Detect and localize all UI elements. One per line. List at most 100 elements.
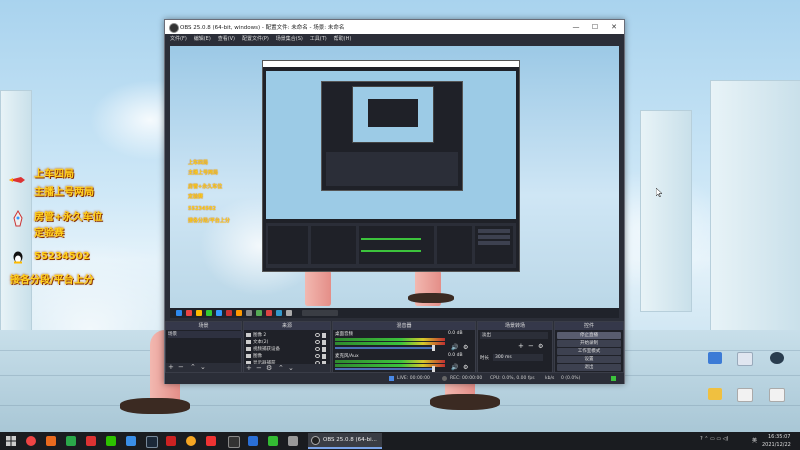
menu-bar: 文件(F) 编辑(E) 查看(V) 配置文件(P) 场景集合(S) 工具(T) … (165, 34, 624, 44)
preview-taskbar (170, 308, 619, 318)
menu-scene-collection[interactable]: 场景集合(S) (276, 34, 303, 44)
mixer-dock: 混音器 桌面音频 0.0 dB 🔊 ⚙ 麦克风/Aux 0.0 dB 🔊 ⚙ (332, 321, 476, 373)
preview-canvas[interactable]: 上车四局 主播上号两局 房管+永久车位 定验赛 55234502 接各分段/平台… (170, 46, 619, 318)
scenes-dock: 场景 场景 + − ⌃ ⌄ (165, 321, 248, 373)
nested-obs-window (262, 60, 520, 272)
app-icon[interactable] (186, 436, 196, 446)
taskbar-obs-button[interactable]: OBS 25.0.8 (64-bi... (308, 433, 382, 449)
menu-profile[interactable]: 配置文件(P) (242, 34, 269, 44)
rocket-icon (13, 210, 23, 227)
preview-overlay-text: 主播上号两局 (188, 170, 219, 176)
nested-titlebar (263, 61, 519, 67)
volume-slider-knob[interactable] (432, 345, 435, 351)
speaker-icon[interactable]: 🔊 (451, 344, 458, 351)
source-item[interactable]: 视频捕获设备 (246, 346, 326, 353)
clock-time[interactable]: 16:35:07 (768, 434, 790, 440)
menu-tools[interactable]: 工具(T) (310, 34, 327, 44)
source-item[interactable]: 图像 2 (246, 332, 326, 339)
gear-icon[interactable]: ⚙ (463, 364, 468, 371)
preview-overlay-text: 上车四局 (188, 160, 209, 166)
gear-icon[interactable]: ⚙ (538, 343, 543, 350)
settings-button[interactable]: 设置 (557, 356, 621, 363)
app-icon[interactable] (248, 436, 258, 446)
lock-icon[interactable] (322, 340, 326, 345)
gear-icon[interactable]: ⚙ (463, 344, 468, 351)
start-recording-button[interactable]: 开始录制 (557, 340, 621, 347)
mixer-channel-db: 0.0 dB (448, 331, 463, 336)
status-bar: LIVE: 00:00:00 REC: 00:00:00 CPU: 0.0%, … (165, 372, 624, 384)
add-transition-button[interactable]: + (518, 342, 524, 350)
preview-sandal (408, 293, 454, 303)
app-icon[interactable] (268, 436, 278, 446)
wechat-icon[interactable] (106, 436, 116, 446)
sources-dock-title: 来源 (244, 322, 330, 330)
desktop-icon[interactable] (730, 388, 760, 402)
input-language[interactable]: 英 (752, 437, 757, 444)
rec-time: REC: 00:00:00 (450, 376, 483, 381)
lock-icon[interactable] (322, 347, 326, 352)
app-icon[interactable] (66, 436, 76, 446)
duration-input[interactable]: 300 ms (493, 354, 543, 361)
sources-dock: 来源 图像 2 文本(2) 视频捕获设备 图像 显示器捕获 + − ⚙ ⌃ ⌄ (243, 321, 331, 373)
chrome-icon[interactable] (26, 436, 36, 446)
nested-docks-2 (326, 152, 458, 186)
app-icon[interactable] (46, 436, 56, 446)
source-item[interactable]: 图像 (246, 353, 326, 360)
close-button[interactable]: ✕ (608, 22, 620, 32)
move-up-icon[interactable]: ⌃ (190, 363, 196, 372)
desktop-icon[interactable] (700, 352, 730, 364)
transition-type-select[interactable]: 淡出 (480, 332, 548, 339)
image-icon (246, 353, 251, 358)
audio-meter (335, 338, 445, 341)
app-icon[interactable] (86, 436, 96, 446)
scenes-dock-title: 场景 (166, 322, 241, 330)
eye-icon[interactable] (315, 333, 320, 337)
app-icon[interactable] (206, 436, 216, 446)
desktop-icon[interactable] (762, 352, 792, 364)
app-icon[interactable] (166, 436, 176, 446)
remove-scene-button[interactable]: − (178, 363, 184, 372)
menu-edit[interactable]: 编辑(E) (194, 34, 211, 44)
volume-slider[interactable] (335, 366, 435, 372)
desktop-icon[interactable] (700, 388, 730, 400)
audio-meter (335, 364, 445, 367)
remove-transition-button[interactable]: − (528, 342, 534, 350)
steam-icon[interactable] (146, 436, 158, 448)
mixer-channel-name: 麦克风/Aux (335, 354, 359, 359)
app-icon[interactable] (126, 436, 136, 446)
windows-start-icon[interactable] (6, 436, 16, 446)
desktop-icon[interactable] (762, 388, 792, 402)
preview-overlay-text: 接各分段/平台上分 (188, 218, 230, 224)
studio-mode-button[interactable]: 工作室模式 (557, 348, 621, 355)
speaker-icon[interactable]: 🔊 (451, 364, 458, 371)
stop-streaming-button[interactable]: 停止直播 (557, 332, 621, 339)
app-icon[interactable] (228, 436, 240, 448)
move-down-icon[interactable]: ⌄ (200, 363, 206, 372)
obs-logo-icon (311, 436, 320, 445)
window-titlebar[interactable]: OBS 25.0.8 (64-bit, windows) - 配置文件: 未命名… (165, 20, 624, 34)
eye-icon[interactable] (315, 340, 320, 344)
minimize-button[interactable]: — (570, 22, 582, 32)
exit-button[interactable]: 退出 (557, 364, 621, 371)
add-scene-button[interactable]: + (168, 363, 174, 372)
eye-icon[interactable] (315, 354, 320, 358)
source-item[interactable]: 文本(2) (246, 339, 326, 346)
menu-help[interactable]: 帮助(H) (334, 34, 352, 44)
lock-icon[interactable] (322, 333, 326, 338)
volume-slider[interactable] (335, 345, 435, 351)
eye-icon[interactable] (315, 347, 320, 351)
maximize-button[interactable]: ☐ (589, 22, 601, 32)
dock-area: 场景 场景 + − ⌃ ⌄ 来源 图像 2 文本(2) 视频捕获设备 图像 显示… (165, 319, 624, 373)
background-pillar (640, 110, 692, 312)
tray-icons[interactable]: ? ⌃ ▭ ▭ ◁) (700, 436, 728, 442)
lock-icon[interactable] (322, 354, 326, 359)
desktop-icon[interactable] (730, 352, 760, 366)
text-icon (246, 339, 251, 344)
menu-view[interactable]: 查看(V) (218, 34, 235, 44)
live-indicator-icon (389, 376, 394, 381)
app-icon[interactable] (288, 436, 298, 446)
window-title: OBS 25.0.8 (64-bit, windows) - 配置文件: 未命名… (180, 25, 345, 31)
menu-file[interactable]: 文件(F) (170, 34, 187, 44)
clock-date[interactable]: 2021/12/22 (762, 442, 791, 448)
scene-item[interactable]: 场景 (168, 331, 248, 338)
